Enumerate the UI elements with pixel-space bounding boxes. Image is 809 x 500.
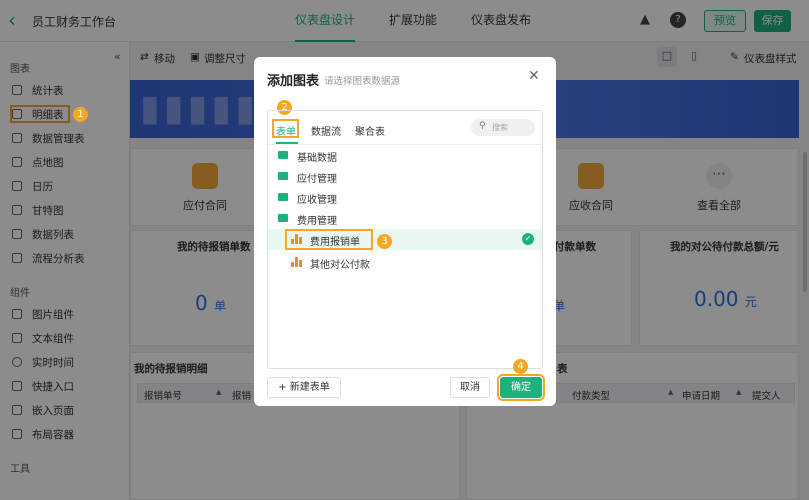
bar-chart-icon xyxy=(291,234,302,244)
folder-basic-data[interactable]: 基础数据 xyxy=(268,145,542,166)
cancel-button[interactable]: 取消 xyxy=(450,377,490,398)
data-source-panel: 表单 数据流 聚合表 ⚲ 搜索 基础数据 应付管理 应收管理 费用管理 费用报销… xyxy=(267,110,543,369)
dialog-title: 添加图表 xyxy=(267,74,320,89)
folder-open-icon xyxy=(278,214,288,222)
search-icon: ⚲ xyxy=(479,121,486,131)
bar-chart-icon xyxy=(291,257,302,267)
folder-expense[interactable]: 费用管理 xyxy=(268,208,542,229)
tab-dataflow[interactable]: 数据流 xyxy=(311,123,341,138)
search-placeholder: 搜索 xyxy=(492,123,508,132)
folder-icon xyxy=(278,151,288,159)
step-badge-4: 4 xyxy=(513,359,528,374)
step-badge-1: 1 xyxy=(73,107,88,122)
new-form-button[interactable]: + 新建表单 xyxy=(267,377,341,398)
form-expense-reimburse[interactable]: 费用报销单 ✓ xyxy=(268,229,542,250)
add-chart-dialog: 添加图表 请选择图表数据源 ✕ 2 表单 数据流 聚合表 ⚲ 搜索 基础数据 应… xyxy=(254,57,556,406)
confirm-button[interactable]: 确定 xyxy=(497,374,545,401)
close-icon[interactable]: ✕ xyxy=(528,68,540,84)
dialog-subtitle: 请选择图表数据源 xyxy=(324,76,401,87)
plus-icon: + xyxy=(278,382,290,393)
folder-icon xyxy=(278,193,288,201)
tab-aggregate[interactable]: 聚合表 xyxy=(355,123,385,138)
search-input[interactable]: ⚲ 搜索 xyxy=(471,119,535,136)
form-other-public-payment[interactable]: 其他对公付款 xyxy=(268,252,542,273)
folder-receivables[interactable]: 应收管理 xyxy=(268,187,542,208)
step-badge-3: 3 xyxy=(377,234,392,249)
folder-payables[interactable]: 应付管理 xyxy=(268,166,542,187)
tab-forms[interactable]: 表单 xyxy=(276,123,296,138)
folder-icon xyxy=(278,172,288,180)
check-icon: ✓ xyxy=(522,233,534,245)
